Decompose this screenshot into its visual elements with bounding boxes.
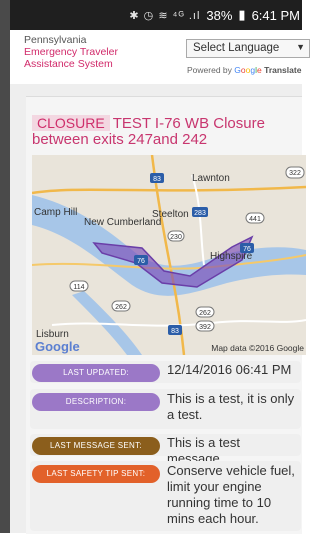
shield-label: 76 [243,246,251,253]
clock: 6:41 PM [251,7,300,23]
last-message-label: LAST MESSAGE SENT: [32,437,160,455]
shield-label: 230 [170,234,182,241]
place-new-cumberland: New Cumberland [84,217,161,228]
last-safety-tip-label: LAST SAFETY TIP SENT: [32,465,160,483]
place-camp-hill: Camp Hill [34,207,77,218]
incident-map[interactable]: Lawnton Camp Hill New Cumberland Steelto… [32,155,306,355]
shield-label: 322 [289,170,301,177]
powered-by-google-translate: Powered by Google Translate [187,65,301,75]
battery-percent: 38% [206,7,233,23]
status-bar: ✱ ◷ ≋ ⁴ᴳ .ıl 38% ▮ 6:41 PM [10,0,302,30]
shield-label: 83 [153,176,161,183]
last-safety-tip-value: Conserve vehicle fuel, limit your engine… [167,463,295,526]
last-updated-value: 12/14/2016 06:41 PM [167,362,292,377]
language-select[interactable]: Select Language ▼ [186,39,310,58]
shield-label: 392 [199,324,211,331]
description-label: DESCRIPTION: [32,393,160,411]
translate-text: Translate [264,65,302,75]
last-updated-label: LAST UPDATED: [32,364,160,382]
brand-line-3: Assistance System [24,58,113,70]
google-translate-logo: Google [234,65,262,75]
description-value: This is a test, it is only a test. [167,391,295,422]
brand-line-2: Emergency Traveler [24,46,118,58]
place-lawnton: Lawnton [192,173,230,184]
brand-line-1: Pennsylvania [24,34,87,46]
map-canvas: Lawnton Camp Hill New Cumberland Steelto… [32,155,306,355]
place-new-cumberland-text: New Cumberland [84,217,161,228]
chevron-down-icon: ▼ [296,42,305,52]
shield-label: 441 [249,216,261,223]
google-map-logo: Google [35,339,80,354]
incident-title: CLOSURE TEST I-76 WB Closure between exit… [32,115,297,148]
shield-label: 262 [115,304,127,311]
main-content: CLOSURE TEST I-76 WB Closure between exit… [10,84,306,534]
map-attribution[interactable]: Map data ©2016 Google [211,343,304,353]
shield-label: 76 [137,258,145,265]
language-select-value: Select Language [193,42,280,54]
battery-icon: ▮ [238,7,246,22]
closure-badge: CLOSURE [32,115,110,131]
shield-label: 114 [73,284,84,291]
status-icons: ✱ ◷ ≋ ⁴ᴳ .ıl [129,9,201,22]
place-steelton: Steelton [152,209,189,220]
powered-by-text: Powered by [187,65,232,75]
shield-label: 262 [199,310,211,317]
site-logo-text[interactable]: Pennsylvania Emergency Traveler Assistan… [24,34,118,70]
shield-label: 83 [171,328,179,335]
incident-card: CLOSURE TEST I-76 WB Closure between exit… [26,96,306,534]
shield-label: 283 [194,210,206,217]
site-header: Pennsylvania Emergency Traveler Assistan… [10,30,310,84]
left-edge-stripe [0,0,10,533]
